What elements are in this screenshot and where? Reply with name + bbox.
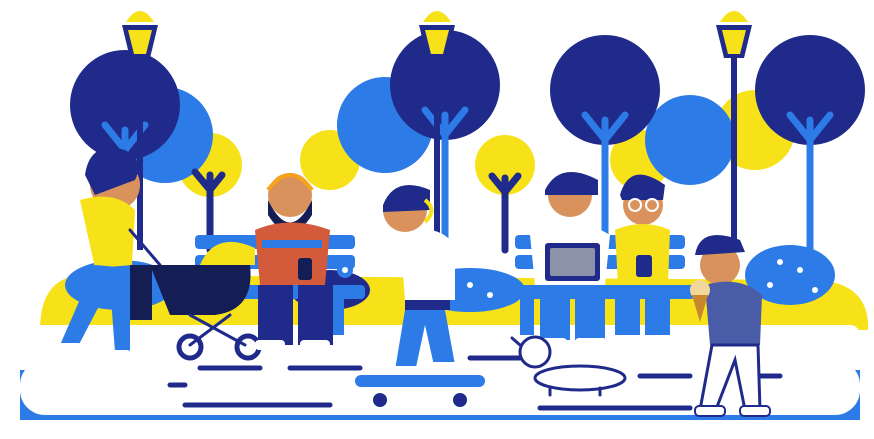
park-illustration: .navy{fill:#1f2a8a}.blue{fill:#2d7be6}.y… [20, 11, 869, 420]
park-scene: .navy{fill:#1f2a8a}.blue{fill:#2d7be6}.y… [0, 0, 874, 439]
background-trees [70, 30, 865, 254]
laptop [545, 243, 600, 281]
